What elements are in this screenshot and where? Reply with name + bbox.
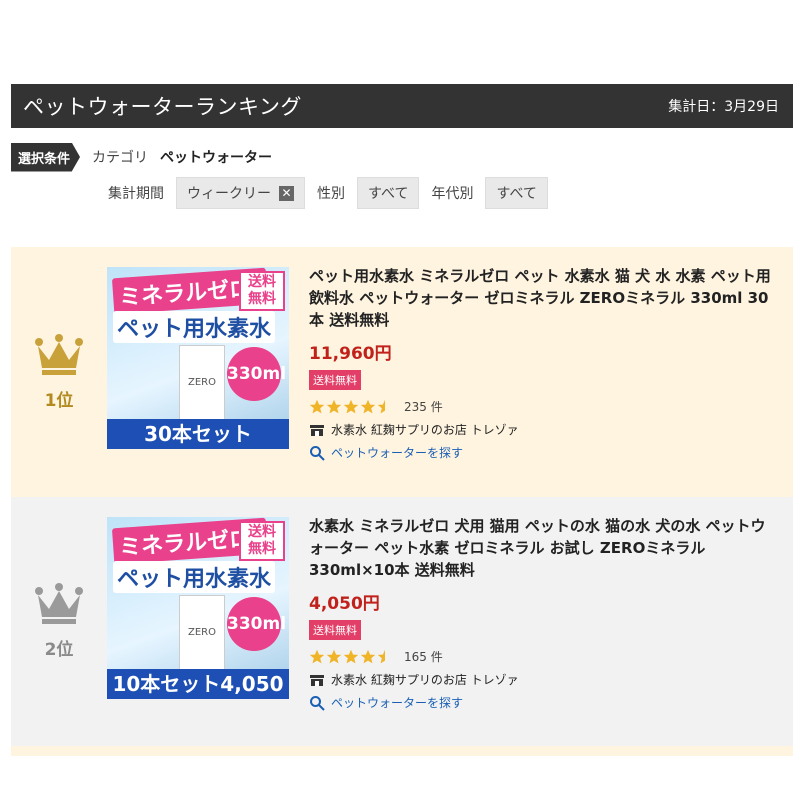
image-heading: ペット用水素水 <box>113 561 276 593</box>
rank-badge: 1位 <box>11 247 107 497</box>
image-volume: 330ml <box>227 347 286 401</box>
age-filter-chip[interactable]: すべて <box>485 177 548 209</box>
star-icon <box>309 399 325 413</box>
shop-name: 水素水 紅麹サプリのお店 トレゾァ <box>331 673 519 687</box>
period-label: 集計期間 <box>108 186 164 202</box>
rank-badge: 2位 <box>11 497 107 746</box>
star-icon <box>343 399 359 413</box>
half-star-icon <box>377 649 385 663</box>
selected-conditions-badge: 選択条件 <box>11 142 81 172</box>
ranking-item-partial <box>11 746 793 756</box>
product-image[interactable]: ミネラルゼロ! 送料無料 ペット用水素水 ZERO 330ml 30本セット11… <box>107 267 289 449</box>
star-icon <box>326 649 342 663</box>
gender-value: すべて <box>368 186 409 202</box>
review-count[interactable]: 165 件 <box>404 648 443 665</box>
star-icon <box>326 399 342 413</box>
rank-label: 1位 <box>44 390 74 411</box>
star-icon <box>360 649 376 663</box>
gender-filter-chip[interactable]: すべて <box>357 177 420 209</box>
rating: 235 件 <box>309 398 779 415</box>
crown-icon <box>35 583 83 624</box>
image-heading: ペット用水素水 <box>113 311 276 343</box>
page-title: ペットウォーターランキング <box>23 95 302 119</box>
search-icon <box>310 445 325 461</box>
age-label: 年代別 <box>431 186 474 202</box>
aggregate-date: 集計日：3月29日 <box>668 99 779 115</box>
shop-name: 水素水 紅麹サプリのお店 トレゾァ <box>331 423 519 437</box>
period-filter-chip[interactable]: ウィークリー ✕ <box>176 177 305 209</box>
shop-link[interactable]: 水素水 紅麹サプリのお店 トレゾァ <box>309 671 779 688</box>
image-bottle: ZERO <box>179 345 225 421</box>
review-count[interactable]: 235 件 <box>404 398 443 415</box>
star-icon <box>360 399 376 413</box>
crown-icon <box>35 333 83 375</box>
close-icon[interactable]: ✕ <box>279 185 294 201</box>
star-icon <box>343 649 359 663</box>
filter-panel: 選択条件 カテゴリ ペットウォーター 集計期間 ウィークリー ✕ 性別 すべて … <box>11 128 793 247</box>
image-ship-tag: 送料無料 <box>239 521 285 561</box>
age-value: すべて <box>496 186 537 202</box>
image-bottle: ZERO <box>179 595 225 671</box>
product-title-link[interactable]: ペット用水素水 ミネラルゼロ ペット 水素水 猫 犬 水 水素 ペット用飲料水 … <box>309 265 779 331</box>
rating: 165 件 <box>309 648 779 665</box>
product-image[interactable]: ミネラルゼロ! 送料無料 ペット用水素水 ZERO 330ml 10本セット4,… <box>107 517 289 699</box>
rank-label: 2位 <box>44 640 74 660</box>
product-price: 4,050円 <box>309 594 380 614</box>
product-price: 11,960円 <box>309 344 392 364</box>
search-link[interactable]: ペットウォーターを探す <box>309 444 779 461</box>
star-icon <box>309 649 325 663</box>
category-value: ペットウォーター <box>160 150 273 166</box>
search-link-label: ペットウォーターを探す <box>331 696 464 710</box>
half-star-icon <box>377 399 385 413</box>
ranking-panel: ペットウォーターランキング 集計日：3月29日 選択条件 カテゴリ ペットウォー… <box>11 84 793 756</box>
shop-icon <box>310 674 324 686</box>
free-shipping-badge: 送料無料 <box>309 370 361 390</box>
image-ship-tag: 送料無料 <box>239 271 285 311</box>
period-value: ウィークリー <box>187 186 271 202</box>
shop-link[interactable]: 水素水 紅麹サプリのお店 トレゾァ <box>309 421 779 438</box>
ranking-item: 2位 ミネラルゼロ! 送料無料 ペット用水素水 ZERO 330ml 10本セッ… <box>11 497 793 746</box>
search-link[interactable]: ペットウォーターを探す <box>309 694 779 711</box>
free-shipping-badge: 送料無料 <box>309 620 361 640</box>
gender-label: 性別 <box>317 186 345 202</box>
category-label: カテゴリ <box>92 150 149 166</box>
search-link-label: ペットウォーターを探す <box>331 446 464 460</box>
search-icon <box>310 695 325 711</box>
shop-icon <box>310 424 324 436</box>
ranking-item: 1位 ミネラルゼロ! 送料無料 ペット用水素水 ZERO 330ml 30本セッ… <box>11 247 793 497</box>
image-banner: 10本セット4,050円 <box>107 669 289 699</box>
image-volume: 330ml <box>227 597 286 651</box>
image-banner: 30本セット11,960円 <box>107 419 289 449</box>
product-title-link[interactable]: 水素水 ミネラルゼロ 犬用 猫用 ペットの水 猫の水 犬の水 ペットウォーター … <box>309 515 779 581</box>
ranking-header: ペットウォーターランキング 集計日：3月29日 <box>11 84 793 128</box>
